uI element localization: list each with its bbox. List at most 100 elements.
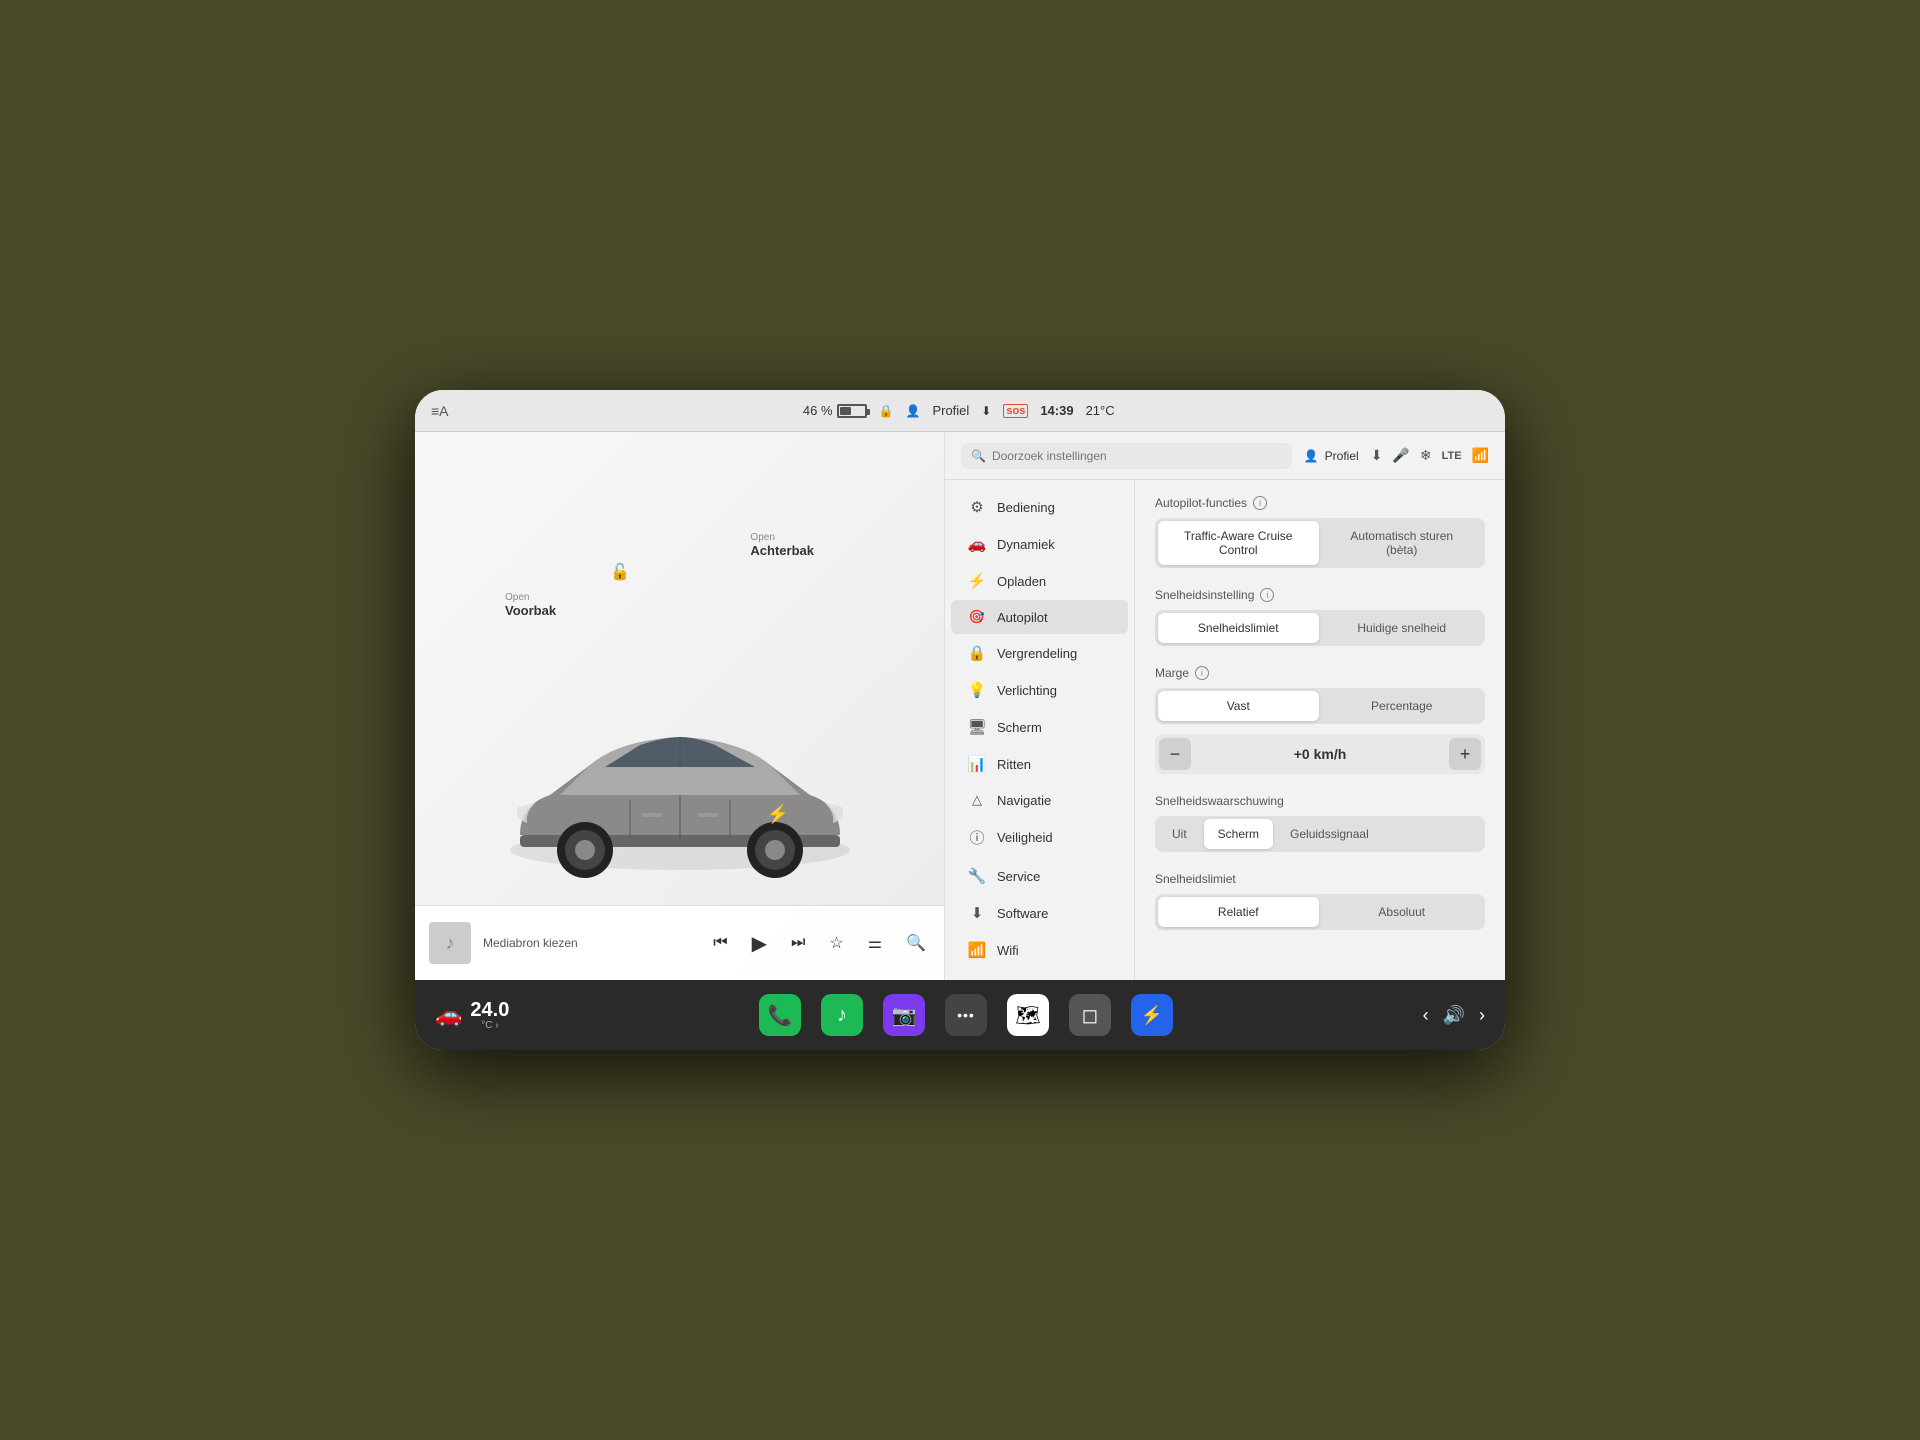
header-mic-icon[interactable]: 🎤 <box>1392 447 1409 464</box>
percentage-btn[interactable]: Percentage <box>1322 691 1483 721</box>
uit-btn[interactable]: Uit <box>1158 819 1201 849</box>
search-input[interactable] <box>992 449 1282 463</box>
dock-bluetooth-icon[interactable]: ⚡ <box>1131 994 1173 1036</box>
nav-service[interactable]: 🔧 Service <box>951 858 1128 894</box>
time-display: 14:39 <box>1040 403 1073 418</box>
header-download-icon[interactable]: ⬇ <box>1371 447 1383 464</box>
battery-fill <box>840 407 852 415</box>
battery-percent: 46 % <box>803 403 833 418</box>
nav-label-opladen: Opladen <box>997 574 1046 589</box>
dock-temperature: 24.0 <box>470 999 509 1022</box>
search-button[interactable]: 🔍 <box>902 929 930 957</box>
scherm-btn[interactable]: Scherm <box>1204 819 1273 849</box>
settings-header: 🔍 👤 Profiel ⬇ 🎤 ❄ LTE 📶 <box>945 432 1505 480</box>
section-snelheidsinstelling: Snelheidsinstelling i Snelheidslimiet Hu… <box>1155 588 1485 646</box>
absoluut-btn[interactable]: Absoluut <box>1322 897 1483 927</box>
section-snelheidslimiet: Snelheidslimiet Relatief Absoluut <box>1155 872 1485 930</box>
equalizer-button[interactable]: ⚌ <box>864 929 886 957</box>
dock-camera-icon[interactable]: 📷 <box>883 994 925 1036</box>
nav-label-autopilot: Autopilot <box>997 610 1048 625</box>
ritten-icon: 📊 <box>967 755 987 773</box>
prev-button[interactable]: ⏮ <box>709 930 731 956</box>
nav-autopilot[interactable]: 🎯 Autopilot <box>951 600 1128 634</box>
nav-dynamiek[interactable]: 🚗 Dynamiek <box>951 526 1128 562</box>
snelheidsinstelling-toggle: Snelheidslimiet Huidige snelheid <box>1155 610 1485 646</box>
nav-vergrendeling[interactable]: 🔒 Vergrendeling <box>951 635 1128 671</box>
status-center: 46 % 🔒 👤 Profiel ⬇ sos 14:39 21°C <box>803 403 1115 418</box>
bolt-icon: ⚡ <box>767 804 789 825</box>
autopilot-icon: 🎯 <box>967 609 987 625</box>
nav-wifi[interactable]: 📶 Wifi <box>951 932 1128 968</box>
header-signal-icon: 📶 <box>1472 447 1489 464</box>
nav-bediening[interactable]: ⚙ Bediening <box>951 489 1128 525</box>
dock-more-icon[interactable]: ••• <box>945 994 987 1036</box>
snelheidsinstelling-info[interactable]: i <box>1260 588 1274 602</box>
speed-minus-btn[interactable]: − <box>1159 738 1191 770</box>
geluidssignaal-btn[interactable]: Geluidssignaal <box>1276 819 1383 849</box>
vast-btn[interactable]: Vast <box>1158 691 1319 721</box>
nav-ritten[interactable]: 📊 Ritten <box>951 746 1128 782</box>
nav-label-veiligheid: Veiligheid <box>997 830 1053 845</box>
traffic-aware-btn[interactable]: Traffic-Aware Cruise Control <box>1158 521 1319 565</box>
search-bar[interactable]: 🔍 <box>961 443 1292 469</box>
left-panel: Open Voorbak Open Achterbak 🔓 <box>415 432 945 980</box>
nav-label-bediening: Bediening <box>997 500 1055 515</box>
snelheidsinstelling-label: Snelheidsinstelling i <box>1155 588 1485 602</box>
dock-phone-icon[interactable]: 📞 <box>759 994 801 1036</box>
veiligheid-icon: ⓘ <box>967 827 987 848</box>
dock-browser-icon[interactable]: ◻ <box>1069 994 1111 1036</box>
dock-spotify-icon[interactable]: ♪ <box>821 994 863 1036</box>
media-source[interactable]: Mediabron kiezen <box>483 936 697 950</box>
settings-body: ⚙ Bediening 🚗 Dynamiek ⚡ Opladen 🎯 <box>945 480 1505 980</box>
snelheidswaarschuwing-toggle: Uit Scherm Geluidssignaal <box>1155 816 1485 852</box>
nav-scherm[interactable]: 🖥 Scherm <box>951 709 1128 745</box>
settings-profile[interactable]: 👤 Profiel <box>1304 449 1359 463</box>
header-snow-icon[interactable]: ❄ <box>1420 447 1432 464</box>
dock-maps-icon[interactable]: 🗺 <box>1007 994 1049 1036</box>
vergrendeling-icon: 🔒 <box>967 644 987 662</box>
automatisch-sturen-btn[interactable]: Automatisch sturen (bèta) <box>1322 521 1483 565</box>
temperature-display: 21°C <box>1086 403 1115 418</box>
settings-icons: ⬇ 🎤 ❄ LTE 📶 <box>1371 447 1489 464</box>
sos-label: sos <box>1003 404 1028 418</box>
dock-chevron-right[interactable]: › <box>1479 1005 1485 1026</box>
favorite-button[interactable]: ☆ <box>825 929 847 957</box>
play-button[interactable]: ▶ <box>748 927 771 960</box>
download-icon[interactable]: ⬇ <box>981 404 991 418</box>
software-icon: ⬇ <box>967 904 987 922</box>
nav-navigatie[interactable]: △ Navigatie <box>951 783 1128 817</box>
media-bar: ♪ Mediabron kiezen ⏮ ▶ ⏭ ☆ ⚌ 🔍 <box>415 905 944 980</box>
nav-veiligheid[interactable]: ⓘ Veiligheid <box>951 818 1128 857</box>
menu-icon[interactable]: ≡A <box>431 403 449 419</box>
nav-opladen[interactable]: ⚡ Opladen <box>951 563 1128 599</box>
status-left: ≡A <box>431 403 449 419</box>
autopilot-functies-label: Autopilot-functies i <box>1155 496 1485 510</box>
nav-label-software: Software <box>997 906 1048 921</box>
dock-car-icon[interactable]: 🚗 <box>435 1002 462 1028</box>
next-button[interactable]: ⏭ <box>787 930 809 956</box>
dock-volume-icon[interactable]: 🔊 <box>1443 1005 1465 1026</box>
huidige-snelheid-btn[interactable]: Huidige snelheid <box>1322 613 1483 643</box>
battery-bar <box>837 404 867 418</box>
snelheidslimiet-label: Snelheidslimiet <box>1155 872 1485 886</box>
navigatie-icon: △ <box>967 792 987 808</box>
bediening-icon: ⚙ <box>967 498 987 516</box>
dock-temp-container: 24.0 °C › <box>470 999 509 1031</box>
battery-indicator: 46 % <box>803 403 867 418</box>
marge-toggle: Vast Percentage <box>1155 688 1485 724</box>
profile-icon[interactable]: 👤 <box>905 404 920 418</box>
autopilot-functies-info[interactable]: i <box>1253 496 1267 510</box>
profile-label[interactable]: Profiel <box>932 403 969 418</box>
nav-verlichting[interactable]: 💡 Verlichting <box>951 672 1128 708</box>
search-icon: 🔍 <box>971 449 986 463</box>
marge-info[interactable]: i <box>1195 666 1209 680</box>
dock-chevron-left[interactable]: ‹ <box>1423 1005 1429 1026</box>
nav-software[interactable]: ⬇ Software <box>951 895 1128 931</box>
snelheidslimiet-btn[interactable]: Snelheidslimiet <box>1158 613 1319 643</box>
speed-control: − +0 km/h + <box>1155 734 1485 774</box>
nav-label-service: Service <box>997 869 1040 884</box>
speed-plus-btn[interactable]: + <box>1449 738 1481 770</box>
dock-temp-sub: °C › <box>481 1020 498 1031</box>
lock-icon[interactable]: 🔒 <box>879 404 894 418</box>
relatief-btn[interactable]: Relatief <box>1158 897 1319 927</box>
